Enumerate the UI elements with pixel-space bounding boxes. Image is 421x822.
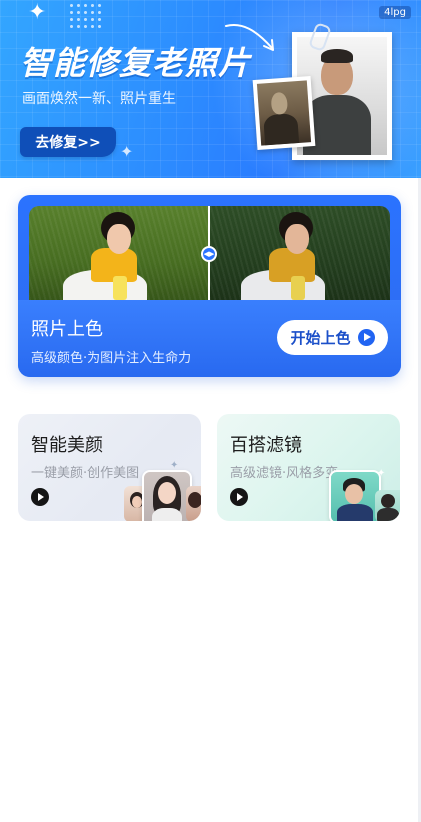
filter-thumb-main: [329, 470, 381, 521]
filter-subtitle: 高级滤镜·风格多变: [230, 466, 339, 481]
hero-subtitle: 画面焕然一新、照片重生: [22, 91, 176, 107]
start-colorize-button[interactable]: 开始上色: [277, 320, 388, 355]
sparkle-icon: ✦: [170, 460, 179, 471]
filter-thumb-right: [375, 490, 400, 521]
beauty-thumb-main: [142, 470, 192, 521]
old-photo: [252, 76, 316, 150]
sparkle-icon: ✦: [120, 142, 134, 161]
beauty-title: 智能美颜: [31, 435, 103, 456]
after-image: [209, 206, 390, 300]
corner-tag: 4lpg: [379, 6, 411, 19]
play-icon[interactable]: [230, 488, 248, 506]
colorize-card[interactable]: ◀▶ 照片上色 高级颜色·为图片注入生命力 开始上色: [18, 195, 401, 377]
dots-decoration: [68, 2, 104, 30]
before-image: [29, 206, 209, 300]
filter-card[interactable]: 百搭滤镜 高级滤镜·风格多变 ✦: [217, 414, 400, 521]
play-icon[interactable]: [31, 488, 49, 506]
start-colorize-label: 开始上色: [290, 329, 351, 347]
filter-title: 百搭滤镜: [230, 435, 302, 456]
hero-title: 智能修复老照片: [20, 44, 252, 82]
compare-handle-icon[interactable]: ◀▶: [201, 246, 217, 262]
repair-button[interactable]: 去修复>>: [20, 127, 116, 157]
beauty-subtitle: 一键美颜·创作美图: [31, 466, 140, 481]
sparkle-icon: ✦: [377, 468, 386, 479]
hero-banner[interactable]: ✦ ✦ 4lpg 智能修复老照片 画面焕然一新、照片重生 去修复>>: [0, 0, 421, 178]
before-after-compare[interactable]: ◀▶: [29, 206, 390, 300]
colorize-title: 照片上色: [31, 319, 103, 340]
colorize-subtitle: 高级颜色·为图片注入生命力: [31, 351, 192, 366]
beauty-thumb-right: [186, 486, 201, 521]
sparkle-icon: ✦: [28, 0, 47, 25]
beauty-card[interactable]: 智能美颜 一键美颜·创作美图 ✦: [18, 414, 201, 521]
play-icon: [357, 329, 375, 346]
